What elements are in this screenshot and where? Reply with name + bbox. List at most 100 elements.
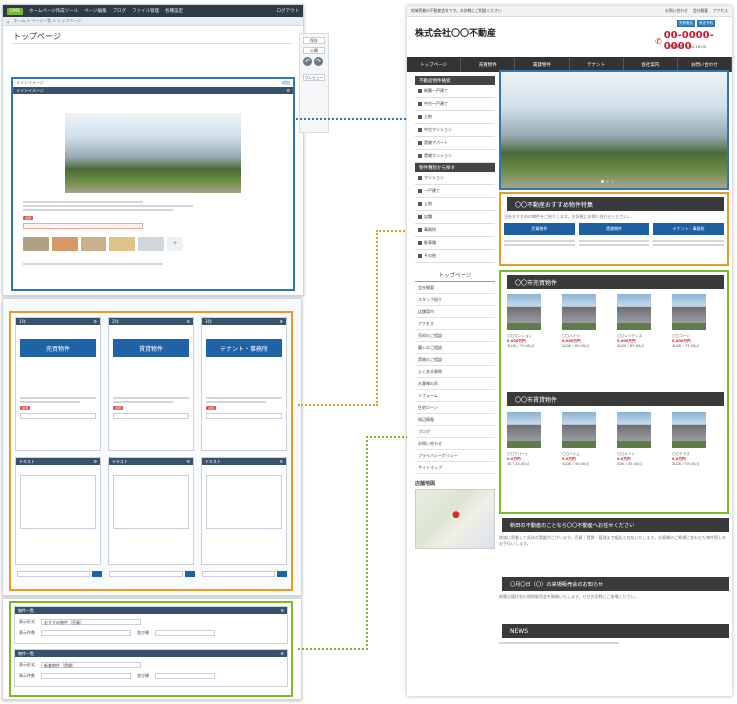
column-button-tenant[interactable]: テナント・事務所 — [206, 339, 282, 357]
sidebar-item[interactable]: 土地 — [415, 198, 495, 211]
menu-settings[interactable]: 各種設定 — [165, 8, 183, 14]
property-photo[interactable] — [562, 294, 596, 330]
top-link[interactable]: お問い合わせ — [665, 8, 688, 14]
sidebar-item[interactable]: 店舗 — [415, 211, 495, 224]
visit-button[interactable]: 来店予約 — [697, 20, 715, 27]
property-info[interactable]: 〇〇アパート 0.0万円 1K / 25.00㎡ — [507, 452, 543, 467]
text-editor[interactable] — [206, 475, 282, 529]
column-button-sale[interactable]: 売買物件 — [20, 339, 96, 357]
text-editor[interactable] — [20, 475, 96, 529]
select-box[interactable] — [109, 571, 183, 577]
gear-icon[interactable]: ⚙ — [280, 608, 284, 613]
gear-icon[interactable]: ⚙ — [186, 319, 190, 324]
property-photo[interactable] — [562, 412, 596, 448]
preview-button[interactable]: プレビュー — [303, 74, 325, 81]
side-menu-item[interactable]: お問い合わせ — [415, 438, 495, 450]
side-menu-item[interactable]: よくある質問 — [415, 366, 495, 378]
column-button-rent[interactable]: 賃貸物件 — [113, 339, 189, 357]
sidebar-item[interactable]: 土地 — [415, 111, 495, 124]
display-select[interactable]: 新着物件（賃貸） — [41, 662, 141, 668]
side-menu-item[interactable]: 住宅ローン — [415, 402, 495, 414]
sidebar-item[interactable]: マンション — [415, 172, 495, 185]
display-select[interactable]: おすすめ物件（売買） — [41, 619, 141, 625]
count-select[interactable] — [41, 673, 131, 679]
top-link[interactable]: アクセス — [713, 8, 728, 14]
property-photo[interactable] — [507, 412, 541, 448]
save-button[interactable]: 保存 — [303, 37, 325, 44]
property-photo[interactable] — [507, 294, 541, 330]
property-photo[interactable] — [672, 294, 706, 330]
side-menu-item[interactable]: お客様の声 — [415, 378, 495, 390]
ok-button[interactable] — [184, 571, 195, 577]
undo-icon[interactable]: ↶ — [303, 57, 312, 66]
order-select[interactable] — [155, 630, 215, 636]
order-select[interactable] — [155, 673, 215, 679]
link-input[interactable] — [206, 413, 282, 419]
side-menu-item[interactable]: 賃貸のご相談 — [415, 354, 495, 366]
select-box[interactable] — [201, 571, 275, 577]
sidebar-item[interactable]: その他 — [415, 250, 495, 263]
gear-icon[interactable]: ⚙ — [186, 459, 190, 464]
gear-icon[interactable]: ⚙ — [279, 319, 283, 324]
gear-icon[interactable]: ⚙ — [93, 319, 97, 324]
side-menu-item[interactable]: スタッフ紹介 — [415, 294, 495, 306]
add-link[interactable]: 追加 — [282, 80, 290, 86]
select-box[interactable] — [17, 571, 91, 577]
side-menu-item[interactable]: ブログ — [415, 426, 495, 438]
link-input[interactable] — [20, 413, 96, 419]
thumbnail[interactable] — [109, 237, 136, 251]
sidebar-item[interactable]: 中古マンション — [415, 124, 495, 137]
menu-page-edit[interactable]: ページ編集 — [84, 8, 106, 14]
publish-button[interactable]: 公開 — [303, 47, 325, 54]
property-photo[interactable] — [617, 412, 651, 448]
property-photo[interactable] — [617, 294, 651, 330]
redo-icon[interactable]: ↷ — [314, 57, 323, 66]
rent-button[interactable]: 賃貸物件 — [578, 223, 650, 235]
add-image-icon[interactable]: + — [167, 237, 184, 251]
side-menu-item[interactable]: 売却のご相談 — [415, 330, 495, 342]
property-info[interactable]: 〇〇ハイツ 0,000万円 2LDK / 60.00㎡ — [562, 334, 598, 349]
sidebar-item[interactable]: 一戸建て — [415, 185, 495, 198]
side-menu-item[interactable]: リフォーム — [415, 390, 495, 402]
property-photo[interactable] — [672, 412, 706, 448]
property-info[interactable]: 〇〇テラス 0.0万円 2LDK / 55.00㎡ — [672, 452, 708, 467]
sidebar-item[interactable]: 駐車場 — [415, 237, 495, 250]
thumbnail[interactable] — [138, 237, 165, 251]
ok-button[interactable] — [276, 571, 287, 577]
gear-icon[interactable]: ⚙ — [93, 459, 97, 464]
thumbnail[interactable] — [80, 237, 107, 251]
side-menu-item[interactable]: 周辺情報 — [415, 414, 495, 426]
menu-blog[interactable]: ブログ — [113, 8, 127, 14]
side-menu-item[interactable]: 購入のご相談 — [415, 342, 495, 354]
sidebar-item[interactable]: 事務所 — [415, 224, 495, 237]
sidebar-item[interactable]: 賃貸アパート — [415, 137, 495, 150]
thumbnail[interactable] — [51, 237, 78, 251]
side-menu-item[interactable]: サイトマップ — [415, 462, 495, 474]
slider-dots[interactable] — [601, 180, 614, 183]
side-menu-item[interactable]: プライバシーポリシー — [415, 450, 495, 462]
property-info[interactable]: 〇〇メゾン 0.0万円 2DK / 45.00㎡ — [617, 452, 653, 467]
gear-icon[interactable]: ⚙ — [280, 651, 284, 656]
gear-icon[interactable]: ⚙ — [279, 459, 283, 464]
property-info[interactable]: 〇〇ハイム 0.0万円 1LDK / 40.00㎡ — [562, 452, 598, 467]
gear-icon[interactable]: ⚙ — [286, 88, 290, 93]
property-info[interactable]: 〇〇コート 0,000万円 3LDK / 72.00㎡ — [672, 334, 708, 349]
home-icon[interactable]: ⌂ — [7, 19, 10, 24]
company-logo[interactable]: 株式会社〇〇不動産 — [415, 26, 496, 39]
caption-input[interactable] — [23, 223, 143, 229]
sidebar-item[interactable]: 新築一戸建て — [415, 85, 495, 98]
property-info[interactable]: 〇〇マンション 0,000万円 3LDK / 70.00㎡ — [507, 334, 543, 349]
count-select[interactable] — [41, 630, 131, 636]
side-menu-item[interactable]: アクセス — [415, 318, 495, 330]
side-menu-item[interactable]: 店舗案内 — [415, 306, 495, 318]
logout-link[interactable]: ログアウト — [277, 8, 300, 14]
nav-top[interactable]: トップページ — [407, 57, 462, 72]
tenant-button[interactable]: テナント・事務所 — [653, 223, 725, 235]
menu-files[interactable]: ファイル管理 — [132, 8, 159, 14]
property-info[interactable]: 〇〇レジデンス 0,000万円 4LDK / 85.00㎡ — [617, 334, 653, 349]
thumbnail[interactable] — [23, 237, 49, 251]
sidebar-item[interactable]: 中古一戸建て — [415, 98, 495, 111]
top-link[interactable]: 会社概要 — [693, 8, 708, 14]
sidebar-item[interactable]: 賃貸マンション — [415, 150, 495, 163]
sale-button[interactable]: 売買物件 — [504, 223, 575, 235]
